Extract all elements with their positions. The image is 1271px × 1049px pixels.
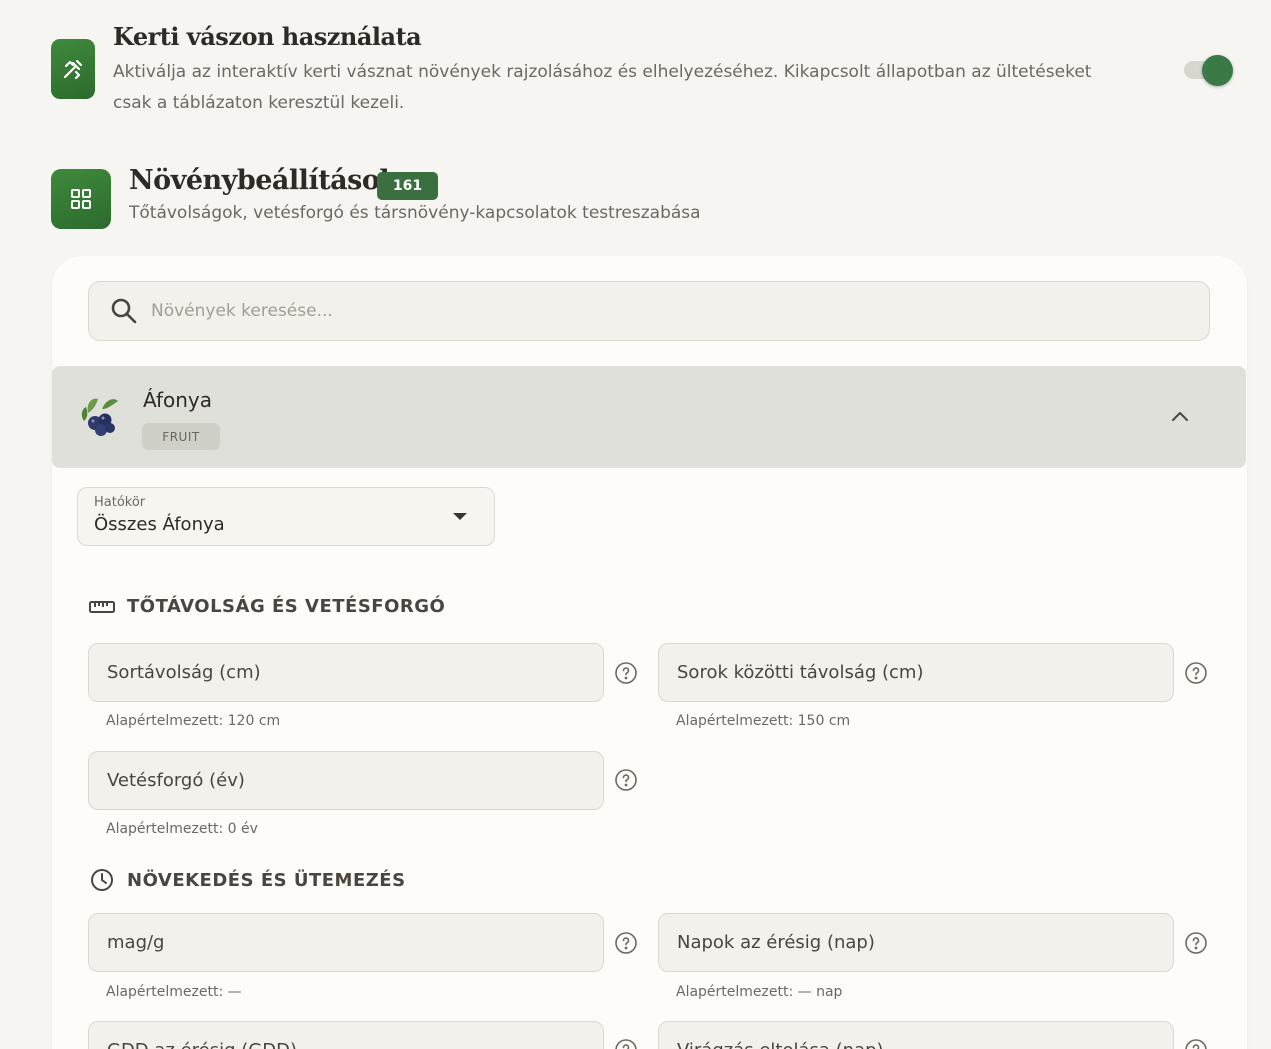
- plant-count-badge: 161: [377, 172, 438, 200]
- scope-value: Összes Áfonya: [94, 514, 225, 535]
- plant-row-afonya[interactable]: [52, 366, 1246, 468]
- canvas-section-icon: [51, 39, 95, 99]
- help-icon[interactable]: [1184, 931, 1208, 955]
- plants-section-description: Tőtávolságok, vetésforgó és társnövény-k…: [129, 203, 701, 223]
- canvas-section-title: Kerti vászon használata: [113, 22, 422, 51]
- blueberry-icon: [81, 398, 118, 436]
- between-rows-spacing-label: Sorok közötti távolság (cm): [677, 662, 924, 683]
- spacing-group-heading: TŐTÁVOLSÁG ÉS VETÉSFORGÓ: [89, 596, 445, 617]
- canvas-section-description: Aktiválja az interaktív kerti vásznat nö…: [113, 62, 1092, 113]
- bloom-offset-field[interactable]: Virágzás eltolása (nap): [658, 1021, 1174, 1049]
- days-to-maturity-label: Napok az érésig (nap): [677, 932, 875, 953]
- row-spacing-label: Sortávolság (cm): [107, 662, 261, 683]
- help-icon[interactable]: [614, 661, 638, 685]
- search-placeholder: Növények keresése...: [151, 301, 333, 321]
- help-icon[interactable]: [614, 931, 638, 955]
- help-icon[interactable]: [614, 768, 638, 792]
- row-spacing-hint: Alapértelmezett: 120 cm: [106, 713, 281, 729]
- crop-rotation-field[interactable]: Vetésforgó (év): [88, 751, 604, 810]
- help-icon[interactable]: [1184, 1038, 1208, 1049]
- seeds-per-gram-label: mag/g: [107, 932, 165, 953]
- gdd-to-maturity-label: GDD az érésig (GDD): [107, 1040, 297, 1049]
- plants-section-icon: [51, 169, 111, 229]
- pencil-ruler-icon: [63, 59, 83, 80]
- row-spacing-field[interactable]: Sortávolság (cm): [88, 643, 604, 702]
- help-icon[interactable]: [1184, 661, 1208, 685]
- grid-icon: [71, 189, 91, 209]
- plant-category-badge: FRUIT: [142, 423, 220, 450]
- crop-rotation-label: Vetésforgó (év): [107, 770, 245, 791]
- bloom-offset-label: Virágzás eltolása (nap): [677, 1040, 884, 1049]
- between-rows-spacing-hint: Alapértelmezett: 150 cm: [676, 713, 851, 729]
- search-icon: [111, 298, 137, 324]
- between-rows-spacing-field[interactable]: Sorok közötti távolság (cm): [658, 643, 1174, 702]
- crop-rotation-hint: Alapértelmezett: 0 év: [106, 821, 258, 837]
- help-icon[interactable]: [614, 1038, 638, 1049]
- ruler-icon: [89, 600, 115, 613]
- seeds-per-gram-field[interactable]: mag/g: [88, 913, 604, 972]
- growth-group-heading: NÖVEKEDÉS ÉS ÜTEMEZÉS: [89, 867, 406, 893]
- growth-group-title: NÖVEKEDÉS ÉS ÜTEMEZÉS: [127, 869, 406, 891]
- dropdown-caret-icon: [453, 513, 467, 520]
- toggle-thumb: [1202, 55, 1233, 86]
- scope-select[interactable]: Hatókör Összes Áfonya: [77, 487, 495, 546]
- plant-search-input[interactable]: Növények keresése...: [88, 281, 1210, 341]
- days-to-maturity-field[interactable]: Napok az érésig (nap): [658, 913, 1174, 972]
- spacing-group-title: TŐTÁVOLSÁG ÉS VETÉSFORGÓ: [127, 596, 446, 617]
- clock-icon: [91, 869, 113, 891]
- days-to-maturity-hint: Alapértelmezett: — nap: [676, 984, 843, 1000]
- plant-name: Áfonya: [143, 388, 213, 412]
- seeds-per-gram-hint: Alapértelmezett: —: [106, 984, 242, 1000]
- scope-label: Hatókör: [94, 495, 146, 510]
- canvas-toggle[interactable]: [1182, 55, 1234, 86]
- chevron-up-icon[interactable]: [1168, 405, 1192, 429]
- gdd-to-maturity-field[interactable]: GDD az érésig (GDD): [88, 1021, 604, 1049]
- plants-section-title: Növénybeállítások: [129, 165, 398, 196]
